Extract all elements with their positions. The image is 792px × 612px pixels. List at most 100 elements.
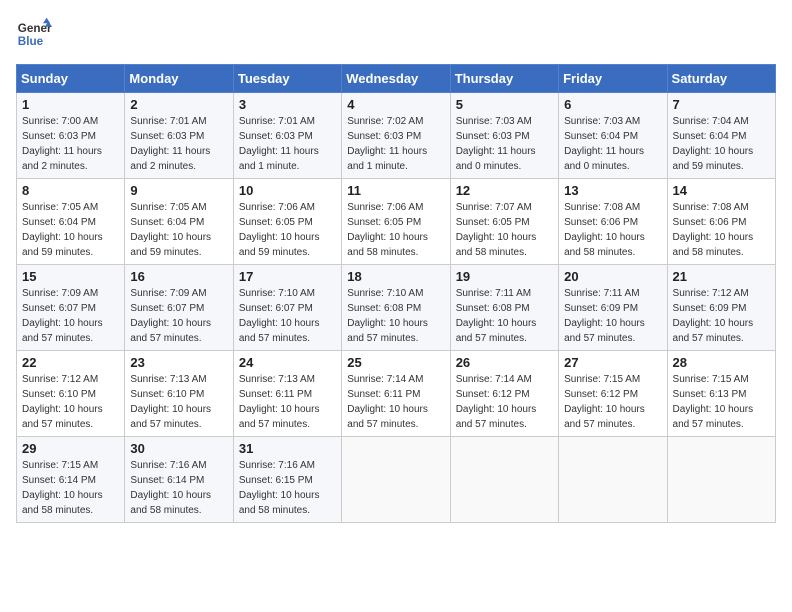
day-info: Sunrise: 7:05 AMSunset: 6:04 PMDaylight:… bbox=[130, 200, 227, 260]
calendar-cell: 15 Sunrise: 7:09 AMSunset: 6:07 PMDayligh… bbox=[17, 265, 125, 351]
day-number: 18 bbox=[347, 269, 444, 284]
calendar-week-4: 22 Sunrise: 7:12 AMSunset: 6:10 PMDayligh… bbox=[17, 351, 776, 437]
day-info: Sunrise: 7:06 AMSunset: 6:05 PMDaylight:… bbox=[347, 200, 444, 260]
calendar-cell: 12 Sunrise: 7:07 AMSunset: 6:05 PMDayligh… bbox=[450, 179, 558, 265]
day-number: 21 bbox=[673, 269, 770, 284]
day-number: 23 bbox=[130, 355, 227, 370]
day-info: Sunrise: 7:08 AMSunset: 6:06 PMDaylight:… bbox=[673, 200, 770, 260]
day-info: Sunrise: 7:15 AMSunset: 6:12 PMDaylight:… bbox=[564, 372, 661, 432]
day-number: 28 bbox=[673, 355, 770, 370]
calendar-cell: 23 Sunrise: 7:13 AMSunset: 6:10 PMDayligh… bbox=[125, 351, 233, 437]
day-number: 17 bbox=[239, 269, 336, 284]
calendar-header-row: SundayMondayTuesdayWednesdayThursdayFrid… bbox=[17, 65, 776, 93]
day-info: Sunrise: 7:03 AMSunset: 6:04 PMDaylight:… bbox=[564, 114, 661, 174]
day-info: Sunrise: 7:11 AMSunset: 6:08 PMDaylight:… bbox=[456, 286, 553, 346]
day-info: Sunrise: 7:14 AMSunset: 6:12 PMDaylight:… bbox=[456, 372, 553, 432]
day-info: Sunrise: 7:11 AMSunset: 6:09 PMDaylight:… bbox=[564, 286, 661, 346]
day-number: 5 bbox=[456, 97, 553, 112]
svg-text:Blue: Blue bbox=[18, 35, 44, 48]
day-number: 31 bbox=[239, 441, 336, 456]
day-number: 11 bbox=[347, 183, 444, 198]
day-info: Sunrise: 7:13 AMSunset: 6:11 PMDaylight:… bbox=[239, 372, 336, 432]
weekday-header-saturday: Saturday bbox=[667, 65, 775, 93]
day-info: Sunrise: 7:01 AMSunset: 6:03 PMDaylight:… bbox=[239, 114, 336, 174]
day-number: 26 bbox=[456, 355, 553, 370]
calendar-cell bbox=[450, 437, 558, 523]
calendar-table: SundayMondayTuesdayWednesdayThursdayFrid… bbox=[16, 64, 776, 523]
day-info: Sunrise: 7:07 AMSunset: 6:05 PMDaylight:… bbox=[456, 200, 553, 260]
calendar-cell: 21 Sunrise: 7:12 AMSunset: 6:09 PMDayligh… bbox=[667, 265, 775, 351]
day-info: Sunrise: 7:08 AMSunset: 6:06 PMDaylight:… bbox=[564, 200, 661, 260]
day-number: 2 bbox=[130, 97, 227, 112]
calendar-cell: 18 Sunrise: 7:10 AMSunset: 6:08 PMDayligh… bbox=[342, 265, 450, 351]
day-info: Sunrise: 7:10 AMSunset: 6:08 PMDaylight:… bbox=[347, 286, 444, 346]
calendar-cell: 3 Sunrise: 7:01 AMSunset: 6:03 PMDaylight… bbox=[233, 93, 341, 179]
day-info: Sunrise: 7:00 AMSunset: 6:03 PMDaylight:… bbox=[22, 114, 119, 174]
calendar-cell: 26 Sunrise: 7:14 AMSunset: 6:12 PMDayligh… bbox=[450, 351, 558, 437]
calendar-week-5: 29 Sunrise: 7:15 AMSunset: 6:14 PMDayligh… bbox=[17, 437, 776, 523]
calendar-cell: 2 Sunrise: 7:01 AMSunset: 6:03 PMDaylight… bbox=[125, 93, 233, 179]
calendar-cell: 22 Sunrise: 7:12 AMSunset: 6:10 PMDayligh… bbox=[17, 351, 125, 437]
calendar-cell: 7 Sunrise: 7:04 AMSunset: 6:04 PMDaylight… bbox=[667, 93, 775, 179]
day-number: 15 bbox=[22, 269, 119, 284]
day-info: Sunrise: 7:06 AMSunset: 6:05 PMDaylight:… bbox=[239, 200, 336, 260]
day-info: Sunrise: 7:02 AMSunset: 6:03 PMDaylight:… bbox=[347, 114, 444, 174]
calendar-cell: 11 Sunrise: 7:06 AMSunset: 6:05 PMDayligh… bbox=[342, 179, 450, 265]
calendar-cell: 14 Sunrise: 7:08 AMSunset: 6:06 PMDayligh… bbox=[667, 179, 775, 265]
day-number: 3 bbox=[239, 97, 336, 112]
calendar-cell: 13 Sunrise: 7:08 AMSunset: 6:06 PMDayligh… bbox=[559, 179, 667, 265]
calendar-cell: 5Sunrise: 7:03 AMSunset: 6:03 PMDaylight… bbox=[450, 93, 558, 179]
day-number: 7 bbox=[673, 97, 770, 112]
day-number: 27 bbox=[564, 355, 661, 370]
calendar-cell: 31 Sunrise: 7:16 AMSunset: 6:15 PMDayligh… bbox=[233, 437, 341, 523]
day-number: 1 bbox=[22, 97, 119, 112]
day-number: 4 bbox=[347, 97, 444, 112]
calendar-week-1: 1 Sunrise: 7:00 AMSunset: 6:03 PMDaylight… bbox=[17, 93, 776, 179]
calendar-cell: 24 Sunrise: 7:13 AMSunset: 6:11 PMDayligh… bbox=[233, 351, 341, 437]
logo: General Blue bbox=[16, 16, 52, 52]
day-number: 22 bbox=[22, 355, 119, 370]
day-info: Sunrise: 7:15 AMSunset: 6:13 PMDaylight:… bbox=[673, 372, 770, 432]
day-number: 12 bbox=[456, 183, 553, 198]
day-info: Sunrise: 7:12 AMSunset: 6:10 PMDaylight:… bbox=[22, 372, 119, 432]
day-number: 9 bbox=[130, 183, 227, 198]
weekday-header-wednesday: Wednesday bbox=[342, 65, 450, 93]
calendar-cell: 19 Sunrise: 7:11 AMSunset: 6:08 PMDayligh… bbox=[450, 265, 558, 351]
day-number: 24 bbox=[239, 355, 336, 370]
calendar-cell: 30Sunrise: 7:16 AMSunset: 6:14 PMDayligh… bbox=[125, 437, 233, 523]
calendar-cell bbox=[342, 437, 450, 523]
day-info: Sunrise: 7:14 AMSunset: 6:11 PMDaylight:… bbox=[347, 372, 444, 432]
calendar-week-3: 15 Sunrise: 7:09 AMSunset: 6:07 PMDayligh… bbox=[17, 265, 776, 351]
day-info: Sunrise: 7:05 AMSunset: 6:04 PMDaylight:… bbox=[22, 200, 119, 260]
day-info: Sunrise: 7:04 AMSunset: 6:04 PMDaylight:… bbox=[673, 114, 770, 174]
day-number: 13 bbox=[564, 183, 661, 198]
day-info: Sunrise: 7:16 AMSunset: 6:14 PMDaylight:… bbox=[130, 458, 227, 518]
day-info: Sunrise: 7:15 AMSunset: 6:14 PMDaylight:… bbox=[22, 458, 119, 518]
day-number: 19 bbox=[456, 269, 553, 284]
calendar-cell: 20Sunrise: 7:11 AMSunset: 6:09 PMDayligh… bbox=[559, 265, 667, 351]
weekday-header-sunday: Sunday bbox=[17, 65, 125, 93]
calendar-cell: 17Sunrise: 7:10 AMSunset: 6:07 PMDayligh… bbox=[233, 265, 341, 351]
calendar-cell: 10Sunrise: 7:06 AMSunset: 6:05 PMDayligh… bbox=[233, 179, 341, 265]
day-info: Sunrise: 7:16 AMSunset: 6:15 PMDaylight:… bbox=[239, 458, 336, 518]
calendar-cell: 6 Sunrise: 7:03 AMSunset: 6:04 PMDaylight… bbox=[559, 93, 667, 179]
calendar-cell: 8Sunrise: 7:05 AMSunset: 6:04 PMDaylight… bbox=[17, 179, 125, 265]
calendar-cell: 4 Sunrise: 7:02 AMSunset: 6:03 PMDaylight… bbox=[342, 93, 450, 179]
calendar-week-2: 8Sunrise: 7:05 AMSunset: 6:04 PMDaylight… bbox=[17, 179, 776, 265]
day-info: Sunrise: 7:09 AMSunset: 6:07 PMDaylight:… bbox=[22, 286, 119, 346]
calendar-cell: 9 Sunrise: 7:05 AMSunset: 6:04 PMDaylight… bbox=[125, 179, 233, 265]
calendar-cell: 16Sunrise: 7:09 AMSunset: 6:07 PMDayligh… bbox=[125, 265, 233, 351]
day-number: 6 bbox=[564, 97, 661, 112]
day-number: 25 bbox=[347, 355, 444, 370]
day-info: Sunrise: 7:13 AMSunset: 6:10 PMDaylight:… bbox=[130, 372, 227, 432]
calendar-cell: 28 Sunrise: 7:15 AMSunset: 6:13 PMDayligh… bbox=[667, 351, 775, 437]
weekday-header-thursday: Thursday bbox=[450, 65, 558, 93]
day-info: Sunrise: 7:09 AMSunset: 6:07 PMDaylight:… bbox=[130, 286, 227, 346]
day-info: Sunrise: 7:12 AMSunset: 6:09 PMDaylight:… bbox=[673, 286, 770, 346]
day-number: 14 bbox=[673, 183, 770, 198]
day-info: Sunrise: 7:01 AMSunset: 6:03 PMDaylight:… bbox=[130, 114, 227, 174]
day-number: 29 bbox=[22, 441, 119, 456]
calendar-cell bbox=[559, 437, 667, 523]
calendar-cell: 27 Sunrise: 7:15 AMSunset: 6:12 PMDayligh… bbox=[559, 351, 667, 437]
calendar-cell: 29 Sunrise: 7:15 AMSunset: 6:14 PMDayligh… bbox=[17, 437, 125, 523]
